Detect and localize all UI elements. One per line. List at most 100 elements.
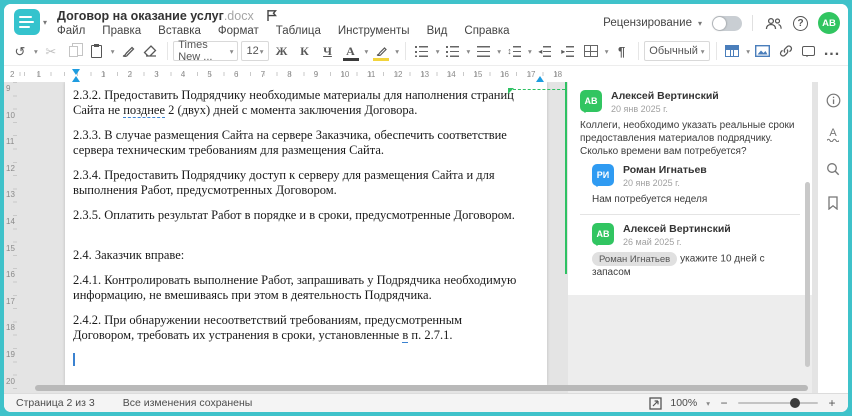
insert-table-dropdown[interactable]: ▾ — [746, 47, 750, 56]
decrease-indent-button[interactable]: ◂ — [535, 40, 555, 62]
zoom-out-button[interactable]: − — [718, 396, 730, 410]
indent-marker[interactable] — [72, 69, 80, 75]
ruler-number: 11 — [367, 70, 376, 79]
info-icon[interactable] — [825, 92, 842, 109]
comment-author: Роман Игнатьев — [623, 164, 707, 176]
toolbar: ↺ ▾ ✂ ▾ Times New ...▾ 12▾ Ж К Ч А ▾ ▾ — [4, 37, 848, 66]
review-toggle[interactable] — [712, 15, 742, 31]
insert-comment-button[interactable] — [799, 40, 819, 62]
paste-button[interactable] — [87, 40, 107, 62]
menu-item[interactable]: Таблица — [276, 25, 321, 37]
underline-button[interactable]: Ч — [318, 40, 338, 62]
paragraph: 2.3.4. Предоставить Подрядчику доступ к … — [73, 168, 495, 197]
format-painter-button[interactable] — [118, 40, 138, 62]
comment-divider — [580, 214, 800, 215]
comment-reply[interactable]: АВ Алексей Вертинский 26 май 2025 г. Роман … — [580, 223, 800, 279]
flag-icon[interactable] — [266, 9, 277, 22]
ruler-number: 12 — [393, 70, 403, 79]
bullet-list-dropdown[interactable]: ▾ — [436, 47, 440, 56]
line-spacing-button[interactable]: ↕ — [504, 40, 524, 62]
ruler-number: 9 — [313, 70, 319, 79]
ruler-number: 3 — [154, 70, 159, 79]
comment-thread[interactable]: АВ Алексей Вертинский 20 янв 2025 г. Коллег… — [568, 82, 812, 295]
paragraph: 2.3.2. Предоставить Подрядчику необходим… — [73, 88, 514, 118]
ruler-number: 20 — [6, 376, 15, 386]
zoom-slider[interactable] — [738, 398, 818, 408]
ruler-number: 16 — [6, 270, 15, 280]
ruler-number: 1 — [101, 70, 106, 79]
paste-dropdown[interactable]: ▾ — [111, 47, 115, 56]
more-tools-button[interactable]: ... — [822, 40, 842, 62]
zoom-slider-knob[interactable] — [790, 398, 800, 408]
help-icon[interactable]: ? — [793, 15, 808, 31]
horizontal-scrollbar[interactable] — [35, 385, 808, 391]
ruler-row: 2 1 1 2 3 4 5 6 7 8 9 10 11 12 13 14 15 16 17 18 — [4, 66, 848, 82]
borders-button[interactable] — [581, 40, 601, 62]
fit-width-icon[interactable] — [649, 396, 663, 410]
document-page[interactable]: 2.3.2. Предоставить Подрядчику необходим… — [65, 82, 547, 385]
comment-avatar: АВ — [592, 223, 614, 246]
undo-dropdown[interactable]: ▾ — [34, 47, 38, 56]
document-content[interactable]: 2.3.2. Предоставить Подрядчику необходим… — [65, 82, 547, 366]
search-icon[interactable] — [825, 160, 842, 177]
highlight-color-button[interactable] — [371, 40, 391, 62]
show-paragraph-marks-button[interactable]: ¶ — [612, 40, 632, 62]
vertical-ruler[interactable]: 9 10 11 12 13 14 15 16 17 18 19 20 — [4, 82, 19, 393]
comment-reply[interactable]: РИ Роман Игнатьев 20 янв 2025 г. Нам потреб… — [580, 164, 800, 206]
menu-item[interactable]: Справка — [464, 25, 509, 37]
paragraph-style-select[interactable]: Обычный ▾ — [644, 41, 710, 61]
ruler-number: 18 — [6, 323, 15, 333]
font-size-select[interactable]: 12 ▾ — [241, 41, 269, 61]
numbered-list-dropdown[interactable]: ▾ — [467, 47, 471, 56]
paragraph: 2.4.2. При обнаружении несоответствий тр… — [73, 313, 463, 343]
ruler-number: 13 — [420, 70, 430, 79]
ruler-number: 9 — [6, 84, 11, 93]
undo-button[interactable]: ↺ — [10, 40, 30, 62]
font-name-select[interactable]: Times New ... ▾ — [173, 39, 239, 63]
bullet-list-button[interactable] — [412, 40, 432, 62]
italic-button[interactable]: К — [295, 40, 315, 62]
user-avatar[interactable]: АВ — [818, 12, 840, 34]
horizontal-ruler[interactable]: 2 1 1 2 3 4 5 6 7 8 9 10 11 12 13 14 15 16 17 18 — [10, 68, 569, 82]
menu-item[interactable]: Вид — [427, 25, 448, 37]
line-spacing-dropdown[interactable]: ▾ — [528, 47, 532, 56]
insert-table-button[interactable] — [722, 40, 742, 62]
numbered-list-button[interactable] — [443, 40, 463, 62]
highlight-color-dropdown[interactable]: ▾ — [395, 47, 399, 56]
zoom-level[interactable]: 100% — [670, 397, 697, 409]
bookmark-icon[interactable] — [825, 194, 842, 211]
mention-pill[interactable]: Роман Игнатьев — [592, 252, 678, 266]
app-logo-icon — [14, 9, 40, 35]
bold-button[interactable]: Ж — [272, 40, 292, 62]
insert-image-button[interactable] — [753, 40, 773, 62]
review-mode-label[interactable]: Рецензирование — [603, 17, 692, 29]
comment-avatar: РИ — [592, 164, 614, 187]
ruler-number: 14 — [6, 217, 15, 226]
borders-dropdown[interactable]: ▾ — [605, 47, 609, 56]
ruler-number: 16 — [500, 70, 509, 79]
menu-item[interactable]: Формат — [218, 25, 259, 37]
comment[interactable]: АВ Алексей Вертинский 20 янв 2025 г. Коллег… — [580, 90, 800, 158]
clear-style-eraser-button[interactable] — [141, 40, 161, 62]
insert-link-button[interactable] — [776, 40, 796, 62]
font-color-button[interactable]: А — [341, 40, 361, 62]
menu-item[interactable]: Вставка — [158, 25, 201, 37]
menu-item[interactable]: Инструменты — [338, 25, 410, 37]
editor-area: 9 10 11 12 13 14 15 16 17 18 19 20 2.3.2. Предостав… — [4, 82, 848, 393]
zoom-in-button[interactable]: + — [826, 396, 838, 410]
cut-button[interactable]: ✂ — [41, 40, 61, 62]
zoom-dropdown[interactable]: ▾ — [706, 399, 710, 408]
spellcheck-icon[interactable]: А — [825, 126, 842, 143]
page-indicator[interactable]: Страница 2 из 3 — [16, 397, 95, 409]
paragraph: 2.3.3. В случае размещения Сайта на серв… — [73, 128, 507, 157]
comments-scrollbar[interactable] — [805, 182, 810, 367]
menu-item[interactable]: Правка — [102, 25, 141, 37]
align-dropdown[interactable]: ▾ — [497, 47, 501, 56]
collaboration-users-icon[interactable] — [763, 13, 783, 33]
align-button[interactable] — [473, 40, 493, 62]
menu-item[interactable]: Файл — [57, 25, 85, 37]
font-color-dropdown[interactable]: ▾ — [365, 47, 369, 56]
copy-button[interactable] — [64, 40, 84, 62]
increase-indent-button[interactable]: ▸ — [558, 40, 578, 62]
app-menu-button[interactable]: ▾ — [14, 9, 47, 35]
